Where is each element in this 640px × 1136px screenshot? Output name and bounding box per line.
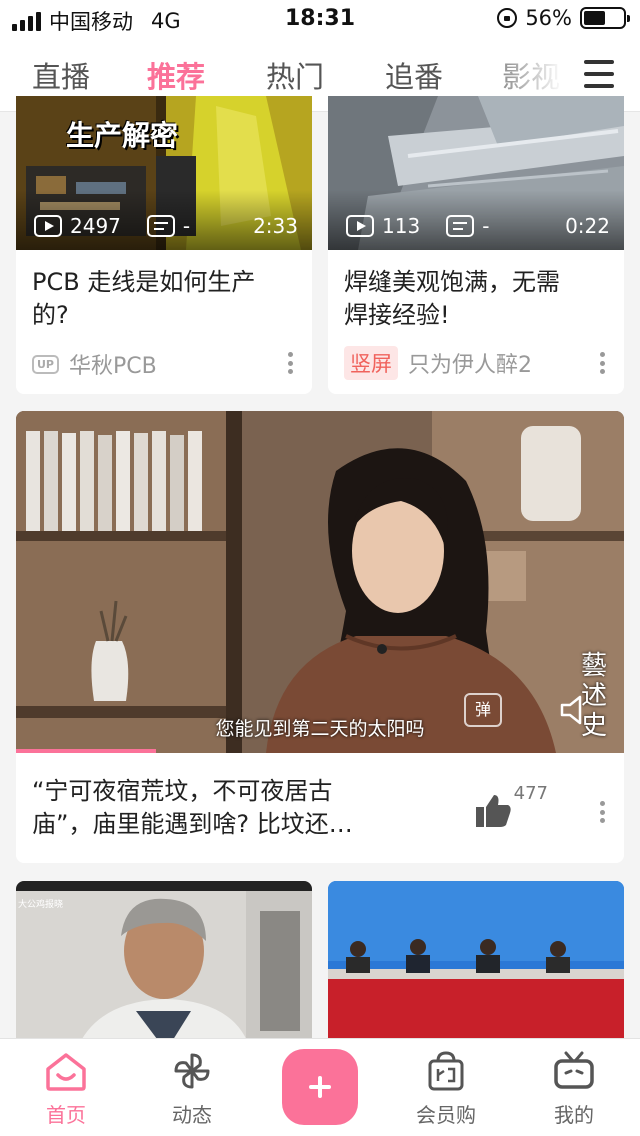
vertical-video-tag: 竖屏 — [344, 346, 398, 380]
thumbnail-overlay-text: 大公鸡报晓 — [18, 900, 64, 910]
nav-profile[interactable]: 我的 — [524, 1051, 624, 1128]
tv-icon — [554, 1051, 594, 1089]
video-thumbnail: 大公鸡报晓 — [16, 881, 312, 1051]
playback-progress-bar — [16, 749, 156, 753]
thumbs-up-icon — [475, 795, 511, 827]
play-count-icon — [346, 215, 374, 237]
video-card[interactable] — [328, 881, 624, 1051]
view-count: 113 — [382, 214, 421, 238]
nav-member-shop[interactable]: 会员购 — [396, 1051, 496, 1128]
pinwheel-icon — [174, 1053, 210, 1089]
danmaku-count-icon — [146, 215, 175, 237]
danmaku-count-icon — [446, 215, 475, 237]
home-icon — [46, 1053, 86, 1091]
orientation-lock-icon — [497, 8, 518, 28]
video-title[interactable]: “宁可夜宿荒坟，不可夜居古 庙”，庙里能遇到啥? 比坟还… — [32, 775, 494, 841]
thumbnail-overlay-text: 生产解密 — [66, 119, 179, 152]
video-title[interactable]: PCB 走线是如何生产 的? — [32, 266, 296, 332]
shopping-bag-icon — [428, 1051, 464, 1091]
video-duration: 2:33 — [253, 214, 298, 238]
video-card[interactable]: 113 - 0:22 焊缝美观饱满，无需 焊接经验! 竖屏 只为伊人醉2 — [328, 96, 624, 394]
battery-icon — [580, 7, 630, 29]
video-title[interactable]: 焊缝美观饱满，无需 焊接经验! — [344, 266, 608, 332]
author-name[interactable]: 只为伊人醉2 — [408, 347, 532, 379]
video-card-large[interactable]: 藝述史 弹 您能见到第二天的太阳吗 “宁可夜宿荒坟，不可夜居古 庙”，庙里能遇到… — [16, 411, 624, 863]
nav-home[interactable]: 首页 — [16, 1051, 116, 1128]
like-count: 477 — [513, 783, 548, 804]
video-thumbnail: 生产解密 2497 - 2:33 — [16, 96, 312, 250]
bottom-navigation: 首页 动态 会员购 我的 — [0, 1038, 640, 1136]
more-options-icon[interactable] — [600, 801, 606, 823]
menu-icon[interactable] — [584, 60, 614, 88]
video-thumbnail: 113 - 0:22 — [328, 96, 624, 250]
more-options-icon[interactable] — [600, 352, 606, 374]
video-card[interactable]: 大公鸡报晓 — [16, 881, 312, 1051]
nav-dynamic[interactable]: 动态 — [142, 1051, 242, 1128]
status-bar: 中国移动 4G 18:31 56% — [0, 0, 640, 40]
upload-plus-button[interactable] — [282, 1049, 358, 1125]
tab-recommend[interactable]: 推荐 — [147, 54, 205, 96]
video-player[interactable]: 藝述史 弹 您能见到第二天的太阳吗 — [16, 411, 624, 753]
tab-live[interactable]: 直播 — [32, 54, 90, 96]
up-badge: UP — [32, 354, 59, 374]
video-thumbnail — [328, 881, 624, 1051]
battery-percent: 56% — [525, 6, 572, 30]
video-card[interactable]: 生产解密 2497 - 2:33 PCB 走线是如何生产 的? UP 华秋PCB — [16, 96, 312, 394]
play-count-icon — [34, 215, 62, 237]
like-button[interactable]: 477 — [472, 783, 548, 831]
view-count: 2497 — [70, 214, 121, 238]
tab-hot[interactable]: 热门 — [266, 54, 324, 96]
tab-anime[interactable]: 追番 — [385, 54, 443, 96]
danmaku-count: - — [482, 214, 490, 238]
author-name[interactable]: 华秋PCB — [69, 348, 157, 380]
video-subtitle: 您能见到第二天的太阳吗 — [215, 718, 425, 740]
video-duration: 0:22 — [565, 214, 610, 238]
more-options-icon[interactable] — [288, 352, 294, 374]
danmaku-count: - — [182, 214, 191, 238]
